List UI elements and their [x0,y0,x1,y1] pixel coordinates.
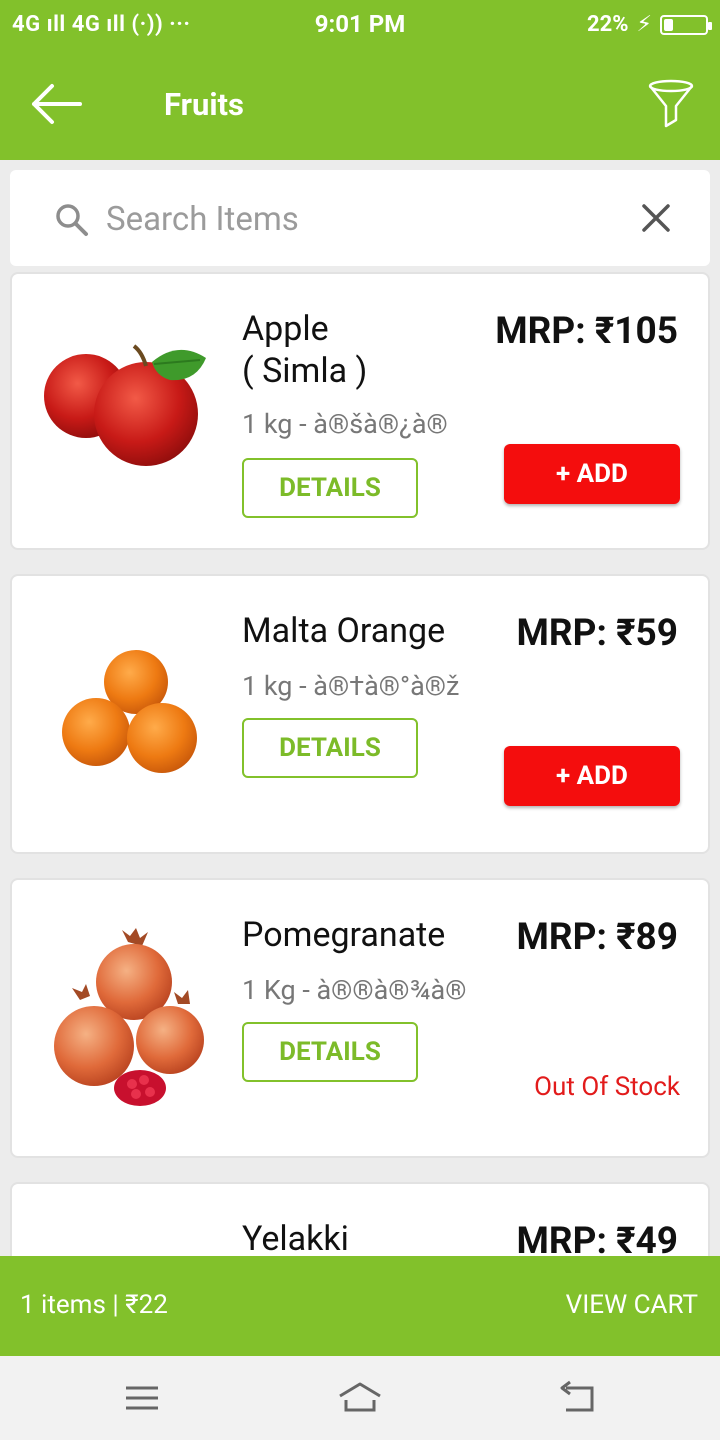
pomegranates-image [54,928,204,1106]
product-price: MRP: ₹59 [516,612,678,655]
product-card: Pomegranate 1 Kg - à®®à®¾à® MRP: ₹89 DET… [10,878,710,1158]
details-button[interactable]: DETAILS [242,718,418,778]
system-nav-bar [0,1356,720,1440]
details-button[interactable]: DETAILS [242,1022,418,1082]
close-icon[interactable] [638,200,674,236]
arrow-left-icon [32,84,82,124]
apples-image [44,344,206,466]
product-unit: 1 Kg - à®®à®¾à® [242,974,467,1006]
add-button[interactable]: + ADD [504,746,680,806]
search-bar [10,170,710,266]
charging-icon: ⚡ [636,12,652,37]
cart-bar: 1 items | ₹22 VIEW CART [0,1256,720,1356]
product-name: Malta Orange [242,611,446,651]
product-card: Yelakki MRP: ₹49 [10,1182,710,1256]
page-title: Fruits [164,86,244,123]
back-nav-icon[interactable] [556,1378,600,1418]
product-unit: 1 kg - à®†à®°à®ž [242,670,460,702]
product-card: Malta Orange 1 kg - à®†à®°à®ž MRP: ₹59 D… [10,574,710,854]
filter-button[interactable] [646,78,696,130]
search-icon [56,204,88,236]
view-cart-button[interactable]: VIEW CART [566,1290,698,1320]
product-price: MRP: ₹105 [495,310,678,353]
home-icon[interactable] [336,1378,384,1418]
battery-fill [664,18,673,31]
funnel-filter-icon [648,79,694,128]
status-right: 22% ⚡ [587,12,712,37]
add-button[interactable]: + ADD [504,444,680,504]
product-card: Apple ( Simla ) 1 kg - à®šà®¿à® MRP: ₹10… [10,272,710,550]
battery-percent: 22% [587,12,629,37]
search-input[interactable] [106,196,586,242]
product-name: Apple [242,309,329,349]
product-name: Yelakki [242,1219,349,1256]
product-name: Pomegranate [242,915,446,955]
out-of-stock-label: Out Of Stock [534,1072,680,1102]
product-list[interactable]: Apple ( Simla ) 1 kg - à®šà®¿à® MRP: ₹10… [0,270,720,1256]
back-button[interactable] [28,80,84,128]
product-unit: 1 kg - à®šà®¿à® [242,408,448,440]
battery-icon [660,14,712,35]
cart-summary: 1 items | ₹22 [20,1290,168,1320]
screen: 4G ıll 4G ıll (·)) ··· 9:01 PM 22% ⚡ Fru… [0,0,720,1440]
details-button[interactable]: DETAILS [242,458,418,518]
product-price: MRP: ₹49 [516,1220,678,1256]
menu-icon[interactable] [120,1378,164,1418]
app-bar: Fruits [0,50,720,160]
product-price: MRP: ₹89 [516,916,678,959]
status-bar: 4G ıll 4G ıll (·)) ··· 9:01 PM 22% ⚡ [0,0,720,50]
oranges-image [62,650,197,773]
product-name-line2: ( Simla ) [242,351,368,391]
